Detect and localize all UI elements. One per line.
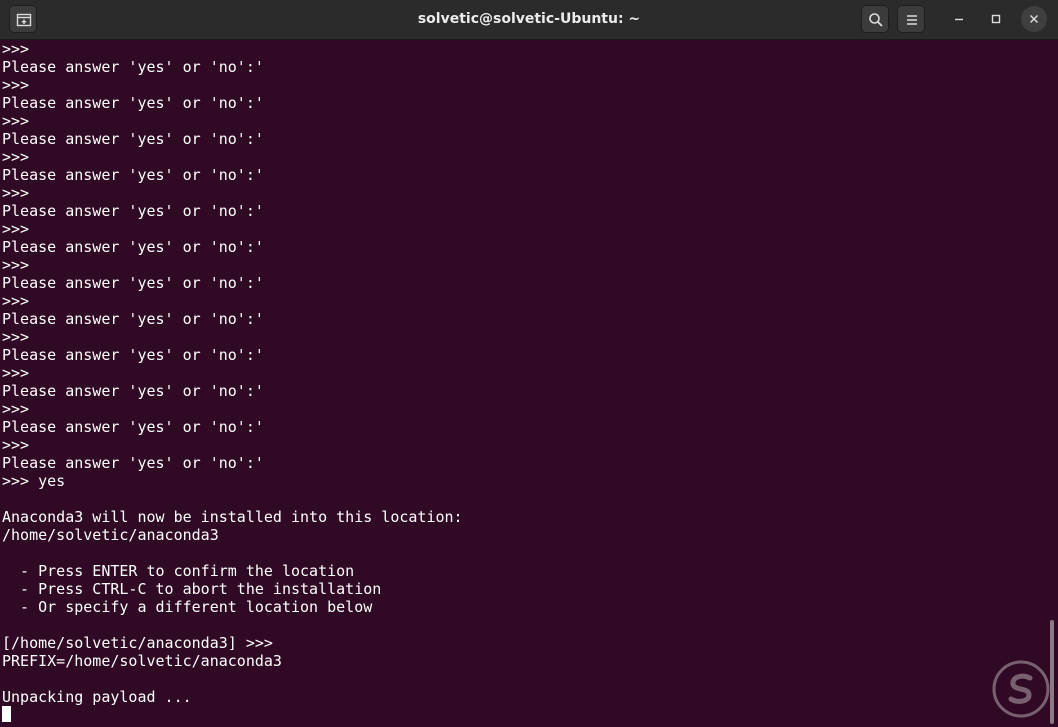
terminal-line: >>>	[2, 112, 30, 130]
terminal-line: >>>	[2, 436, 30, 454]
terminal-line: >>>	[2, 292, 30, 310]
terminal-line: Please answer 'yes' or 'no':'	[2, 382, 264, 400]
terminal-line: PREFIX=/home/solvetic/anaconda3	[2, 652, 282, 670]
terminal-line: /home/solvetic/anaconda3	[2, 526, 219, 544]
maximize-button[interactable]	[983, 6, 1009, 32]
close-icon	[1030, 15, 1038, 23]
hamburger-menu-icon	[907, 15, 917, 25]
terminal-line: [/home/solvetic/anaconda3] >>>	[2, 634, 273, 652]
vertical-scrollbar[interactable]	[1046, 40, 1058, 727]
terminal-line: Please answer 'yes' or 'no':'	[2, 346, 264, 364]
terminal-line: >>>	[2, 364, 30, 382]
terminal-line: >>>	[2, 76, 30, 94]
terminal-line: >>> yes	[2, 472, 66, 490]
search-button[interactable]	[861, 5, 889, 33]
terminal-window: solvetic@solvetic-Ubuntu: ~ >>> Please a…	[0, 0, 1058, 727]
scrollbar-thumb[interactable]	[1050, 620, 1054, 724]
terminal-line: Anaconda3 will now be installed into thi…	[2, 508, 463, 526]
terminal-line: >>>	[2, 400, 30, 418]
terminal-cursor-line	[2, 706, 1046, 724]
terminal-line: >>>	[2, 328, 30, 346]
terminal-line: Please answer 'yes' or 'no':'	[2, 274, 264, 292]
terminal-line: Please answer 'yes' or 'no':'	[2, 202, 264, 220]
terminal-line: Please answer 'yes' or 'no':'	[2, 130, 264, 148]
terminal-line: Please answer 'yes' or 'no':'	[2, 454, 264, 472]
title-bar[interactable]: solvetic@solvetic-Ubuntu: ~	[0, 0, 1058, 40]
terminal-line: Please answer 'yes' or 'no':'	[2, 58, 264, 76]
terminal-line: - Or specify a different location below	[2, 598, 373, 616]
terminal-line: - Press ENTER to confirm the location	[2, 562, 355, 580]
terminal-line: >>>	[2, 184, 30, 202]
terminal-output[interactable]: >>> Please answer 'yes' or 'no':' >>> Pleas…	[0, 40, 1046, 727]
terminal-line: >>>	[2, 148, 30, 166]
terminal-line: Please answer 'yes' or 'no':'	[2, 310, 264, 328]
terminal-line: Please answer 'yes' or 'no':'	[2, 166, 264, 184]
terminal-line: Please answer 'yes' or 'no':'	[2, 418, 264, 436]
search-icon	[869, 13, 883, 27]
terminal-line: Unpacking payload ...	[2, 688, 192, 706]
terminal-line: >>>	[2, 256, 30, 274]
terminal-line: - Press CTRL-C to abort the installation	[2, 580, 382, 598]
maximize-icon	[991, 14, 1001, 24]
minimize-button[interactable]	[946, 6, 972, 32]
terminal-line: >>>	[2, 220, 30, 238]
menu-button[interactable]	[897, 5, 925, 33]
text-cursor	[2, 706, 11, 722]
terminal-line: Please answer 'yes' or 'no':'	[2, 94, 264, 112]
terminal-line: >>>	[2, 40, 30, 58]
close-button[interactable]	[1021, 6, 1047, 32]
watermark-logo-icon	[992, 660, 1050, 718]
minimize-icon	[955, 18, 963, 21]
terminal-line: Please answer 'yes' or 'no':'	[2, 238, 264, 256]
